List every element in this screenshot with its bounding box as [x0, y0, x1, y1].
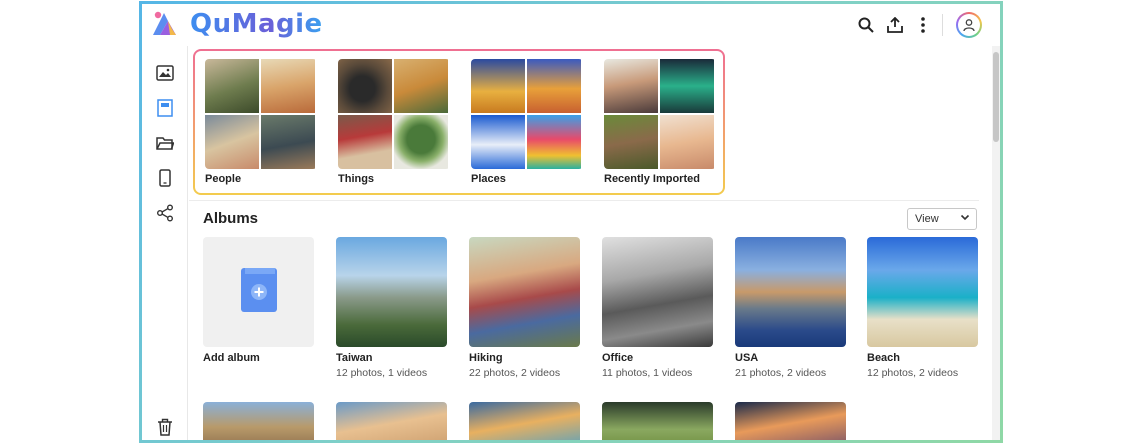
section-divider — [189, 200, 979, 201]
album-thumbnail — [867, 237, 978, 347]
album-thumbnail-row2[interactable] — [469, 402, 580, 440]
app-window: QuMagie People Things Places Recently Im… — [139, 1, 1003, 443]
album-count: 12 photos, 2 videos — [867, 367, 959, 379]
main-content: People Things Places Recently Imported A… — [189, 46, 989, 440]
folder-icon[interactable] — [154, 132, 176, 154]
category-things[interactable]: Things — [338, 59, 450, 185]
album-count: 21 photos, 2 videos — [735, 367, 827, 379]
top-bar: QuMagie — [142, 4, 1000, 46]
album-card-hiking[interactable]: Hiking 22 photos, 2 videos — [469, 237, 580, 379]
album-count: 12 photos, 1 videos — [336, 367, 428, 379]
album-title: Hiking — [469, 352, 503, 364]
album-thumbnail — [469, 237, 580, 347]
more-vertical-icon[interactable] — [912, 14, 934, 36]
category-label: Recently Imported — [604, 173, 700, 185]
qumagie-logo-icon — [150, 9, 182, 39]
mobile-icon[interactable] — [154, 167, 176, 189]
category-places[interactable]: Places — [471, 59, 583, 185]
album-card-office[interactable]: Office 11 photos, 1 videos — [602, 237, 713, 379]
add-album-tile[interactable] — [203, 237, 314, 347]
album-count: 22 photos, 2 videos — [469, 367, 561, 379]
search-icon[interactable] — [855, 14, 877, 36]
album-title: Beach — [867, 352, 901, 364]
category-thumbnail-mosaic — [205, 59, 317, 169]
album-thumbnail-row2[interactable] — [735, 402, 846, 440]
upload-icon[interactable] — [884, 14, 906, 36]
album-thumbnail — [602, 237, 713, 347]
account-icon[interactable] — [956, 12, 982, 38]
trash-icon[interactable] — [154, 416, 176, 438]
album-title: USA — [735, 352, 759, 364]
album-thumbnail-row2[interactable] — [336, 402, 447, 440]
category-people[interactable]: People — [205, 59, 317, 185]
album-card-usa[interactable]: USA 21 photos, 2 videos — [735, 237, 846, 379]
album-count: 11 photos, 1 videos — [602, 367, 693, 379]
view-dropdown-label: View — [915, 213, 939, 225]
toolbar-divider — [942, 14, 943, 36]
category-label: People — [205, 173, 242, 185]
share-icon[interactable] — [154, 202, 176, 224]
brand-name: QuMagie — [190, 9, 323, 39]
category-thumbnail-mosaic — [338, 59, 450, 169]
album-thumbnail-row2[interactable] — [203, 402, 314, 440]
view-dropdown[interactable]: View — [907, 208, 977, 230]
category-label: Things — [338, 173, 375, 185]
add-album-icon — [239, 266, 279, 319]
chevron-down-icon — [960, 212, 970, 225]
photos-icon[interactable] — [154, 62, 176, 84]
album-card-beach[interactable]: Beach 12 photos, 2 videos — [867, 237, 978, 379]
add-album-card[interactable]: Add album — [203, 237, 314, 364]
album-title: Taiwan — [336, 352, 373, 364]
album-thumbnail-row2[interactable] — [602, 402, 713, 440]
album-title: Add album — [203, 352, 260, 364]
album-thumbnail — [336, 237, 447, 347]
category-thumbnail-mosaic — [471, 59, 583, 169]
album-card-taiwan[interactable]: Taiwan 12 photos, 1 videos — [336, 237, 447, 379]
category-thumbnail-mosaic — [604, 59, 716, 169]
scrollbar[interactable] — [992, 46, 1000, 440]
albums-heading: Albums — [203, 210, 259, 227]
category-recently-imported[interactable]: Recently Imported — [604, 59, 716, 185]
scrollbar-thumb[interactable] — [993, 52, 999, 142]
smart-categories-panel: People Things Places Recently Imported — [193, 49, 725, 195]
album-thumbnail — [735, 237, 846, 347]
album-title: Office — [602, 352, 634, 364]
category-label: Places — [471, 173, 506, 185]
sidebar — [142, 46, 188, 440]
albums-icon[interactable] — [154, 97, 176, 119]
